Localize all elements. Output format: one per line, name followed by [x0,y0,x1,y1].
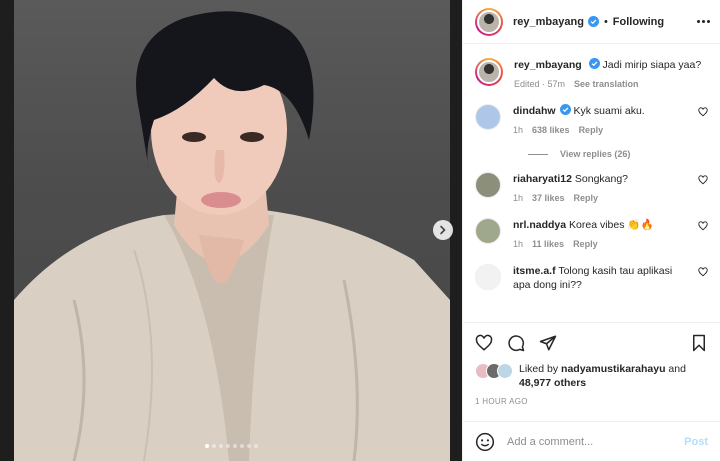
verified-badge-icon [588,58,600,69]
liked-by-and: and [668,363,686,375]
carousel-dot [204,444,209,448]
commenter-username[interactable]: nrl.naddya [513,219,566,231]
add-comment-input[interactable] [507,435,685,448]
post-side-panel: rey_mbayang • Following rey_mbayang Jadi… [462,0,720,461]
carousel-dot [211,444,216,448]
following-button[interactable]: Following [613,16,664,28]
comment-text: Korea vibes 👏🔥 [569,219,654,231]
carousel-dot [253,444,258,448]
view-replies-label[interactable]: View replies (26) [560,149,630,159]
comment-like-icon[interactable] [698,175,708,185]
comment-row: nrl.naddya Korea vibes 👏🔥 1h 11 likes Reply [475,218,708,251]
post-time: 1 HOUR AGO [475,397,528,406]
comment-like-icon[interactable] [698,267,708,277]
chevron-right-icon [440,225,446,235]
likes-summary: Liked by nadyamustikarahayu and 48,977 o… [475,362,708,390]
add-comment-bar: Post [463,421,720,461]
carousel-dot [246,444,251,448]
view-replies-button[interactable]: View replies (26) [528,149,708,159]
more-options-icon[interactable] [697,20,710,23]
carousel-dot [225,444,230,448]
reply-button[interactable]: Reply [579,123,604,137]
header-separator: • [603,15,608,28]
liked-by-prefix: Liked by [519,363,559,375]
comment-text: Songkang? [574,173,629,185]
comment-time: 1h [513,125,524,135]
comment-row: itsme.a.f Tolong kasih tau aplikasi apa … [475,264,708,292]
comment-row: dindahw Kyk suami aku. 1h 638 likes Reply [475,104,708,137]
commenter-username[interactable]: riaharyati12 [513,173,572,185]
post-media [0,0,462,461]
commenter-username[interactable]: dindahw [513,105,556,117]
see-translation-link[interactable]: See translation [574,77,639,91]
author-username[interactable]: rey_mbayang [513,16,584,28]
comments-list[interactable]: rey_mbayang Jadi mirip siapa yaa? Edited… [463,45,720,321]
likes-count[interactable]: 48,977 others [519,377,586,389]
verified-badge-icon [587,16,599,27]
caption-username[interactable]: rey_mbayang [514,59,582,71]
caption-edited-time: Edited · 57m [514,79,566,89]
caption-row: rey_mbayang Jadi mirip siapa yaa? Edited… [475,58,708,91]
commenter-avatar[interactable] [475,218,501,244]
comment-icon[interactable] [507,334,525,352]
caption-text: Jadi mirip siapa yaa? [602,59,702,71]
next-photo-button[interactable] [433,220,453,240]
author-avatar[interactable] [475,7,503,36]
share-icon[interactable] [539,334,557,352]
verified-badge-icon [559,104,571,115]
carousel-dot [239,444,244,448]
bookmark-icon[interactable] [690,334,708,352]
reply-button[interactable]: Reply [574,191,599,205]
comment-row: riaharyati12 Songkang? 1h 37 likes Reply [475,172,708,205]
commenter-avatar[interactable] [475,104,501,130]
comment-time: 1h [513,239,524,249]
liker-avatars [475,362,517,380]
comment-text: Kyk suami aku. [573,105,645,117]
comment-like-icon[interactable] [698,221,708,231]
comment-likes[interactable]: 37 likes [532,191,565,205]
comment-time: 1h [513,193,524,203]
post-comment-button[interactable]: Post [684,436,708,448]
comment-like-icon[interactable] [698,107,708,117]
post-photo [14,0,450,461]
carousel-dot [232,444,237,448]
comment-likes[interactable]: 638 likes [532,123,570,137]
caption-avatar[interactable] [475,58,503,86]
liker-username[interactable]: nadyamustikarahayu [561,363,665,375]
reply-button[interactable]: Reply [573,237,598,251]
carousel-indicator [0,444,462,448]
commenter-username[interactable]: itsme.a.f [513,265,556,277]
post-actions [463,322,720,362]
commenter-avatar[interactable] [475,172,501,198]
like-heart-icon[interactable] [475,334,493,352]
emoji-icon[interactable] [475,432,495,452]
comment-likes[interactable]: 11 likes [532,237,564,251]
commenter-avatar[interactable] [475,264,501,290]
carousel-dot [218,444,223,448]
post-header: rey_mbayang • Following [463,0,720,44]
portrait-illustration [14,11,450,461]
